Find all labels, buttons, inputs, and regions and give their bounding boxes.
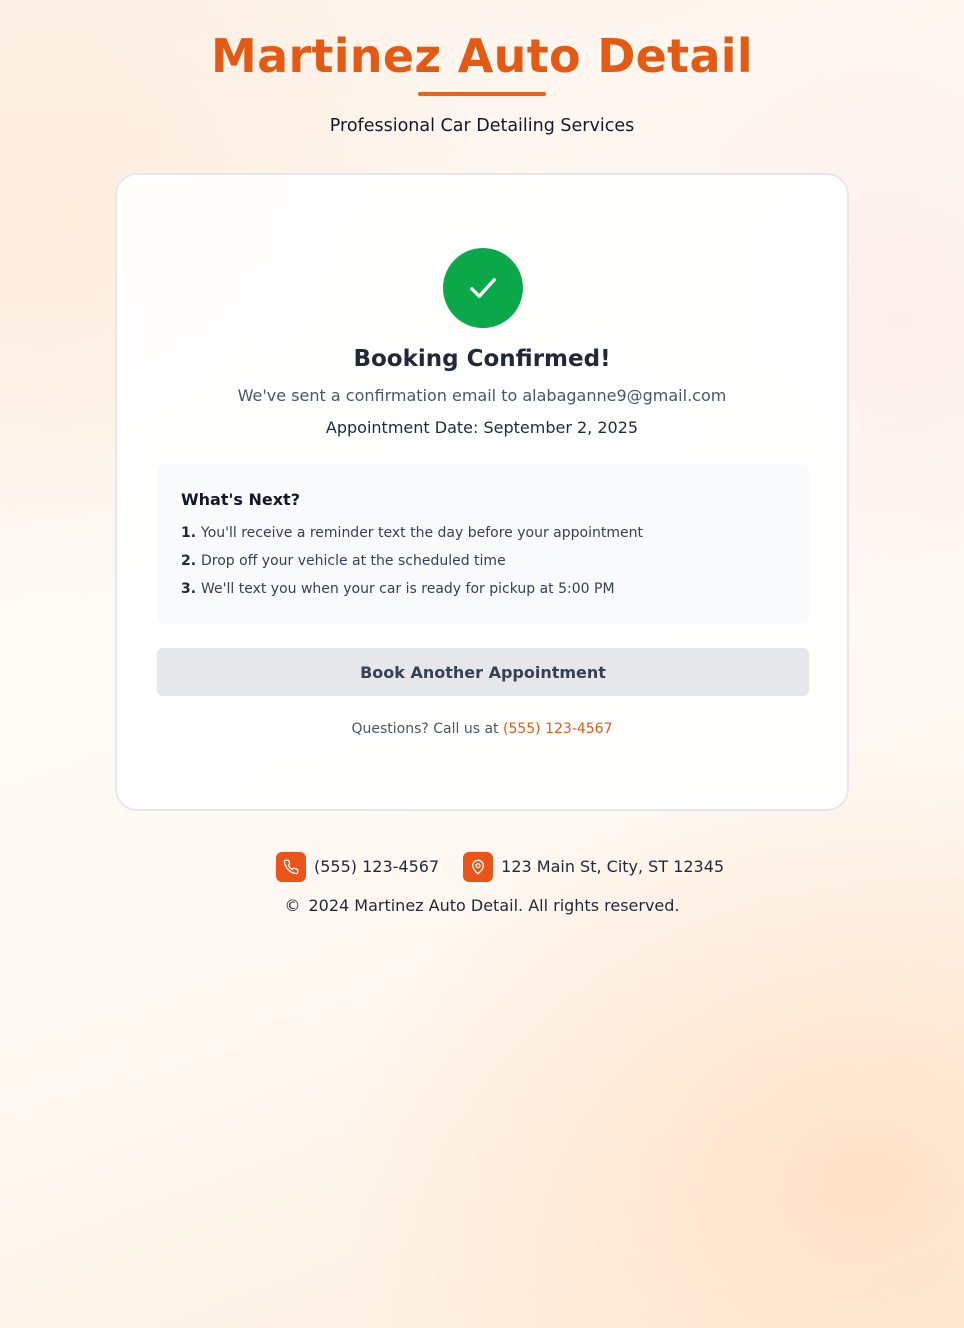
list-item: 3. We'll text you when your car is ready… [181, 579, 643, 607]
brand-underline [418, 92, 546, 96]
footer-address: 123 Main St, City, ST 12345 [463, 852, 724, 882]
confirmation-card: Booking Confirmed! We've sent a confirma… [115, 173, 849, 811]
list-item: 1. You'll receive a reminder text the da… [181, 523, 643, 551]
whats-next-panel: What's Next? 1. You'll receive a reminde… [157, 464, 809, 624]
appointment-date: Appointment Date: September 2, 2025 [325, 418, 639, 437]
list-item-text: You'll receive a reminder text the day b… [201, 525, 643, 541]
brand-subtitle: Professional Car Detailing Services [329, 116, 635, 136]
map-pin-icon [463, 852, 494, 882]
footer-phone[interactable]: (555) 123-4567 [276, 852, 439, 882]
list-item: 2. Drop off your vehicle at the schedule… [181, 551, 643, 579]
confirmation-email-message: We've sent a confirmation email to alaba… [237, 386, 727, 405]
list-item-number: 1. [181, 525, 197, 541]
check-icon [470, 278, 496, 298]
brand-title: Martinez Auto Detail [211, 29, 753, 83]
whats-next-list: 1. You'll receive a reminder text the da… [181, 523, 643, 607]
list-item-text: We'll text you when your car is ready fo… [201, 581, 615, 597]
questions-text: Questions? Call us at (555) 123-4567 [117, 719, 847, 739]
list-item-number: 2. [181, 553, 197, 569]
copyright-icon: © [284, 896, 301, 915]
confirmation-title: Booking Confirmed! [353, 346, 611, 372]
list-item-text: Drop off your vehicle at the scheduled t… [201, 553, 506, 569]
questions-phone-link[interactable]: (555) 123-4567 [503, 721, 613, 737]
footer-phone-text: (555) 123-4567 [314, 857, 440, 876]
copyright: © 2024 Martinez Auto Detail. All rights r… [0, 895, 964, 917]
footer-contacts: (555) 123-4567 123 Main St, City, ST 123… [276, 852, 724, 882]
questions-prefix: Questions? Call us at [351, 721, 499, 737]
success-badge [443, 248, 523, 328]
footer-address-text: 123 Main St, City, ST 12345 [501, 857, 725, 876]
copyright-text: 2024 Martinez Auto Detail. All rights re… [308, 896, 680, 915]
list-item-number: 3. [181, 581, 197, 597]
whats-next-title: What's Next? [181, 490, 300, 509]
phone-icon [276, 852, 306, 882]
book-another-appointment-button[interactable]: Book Another Appointment [157, 648, 809, 696]
